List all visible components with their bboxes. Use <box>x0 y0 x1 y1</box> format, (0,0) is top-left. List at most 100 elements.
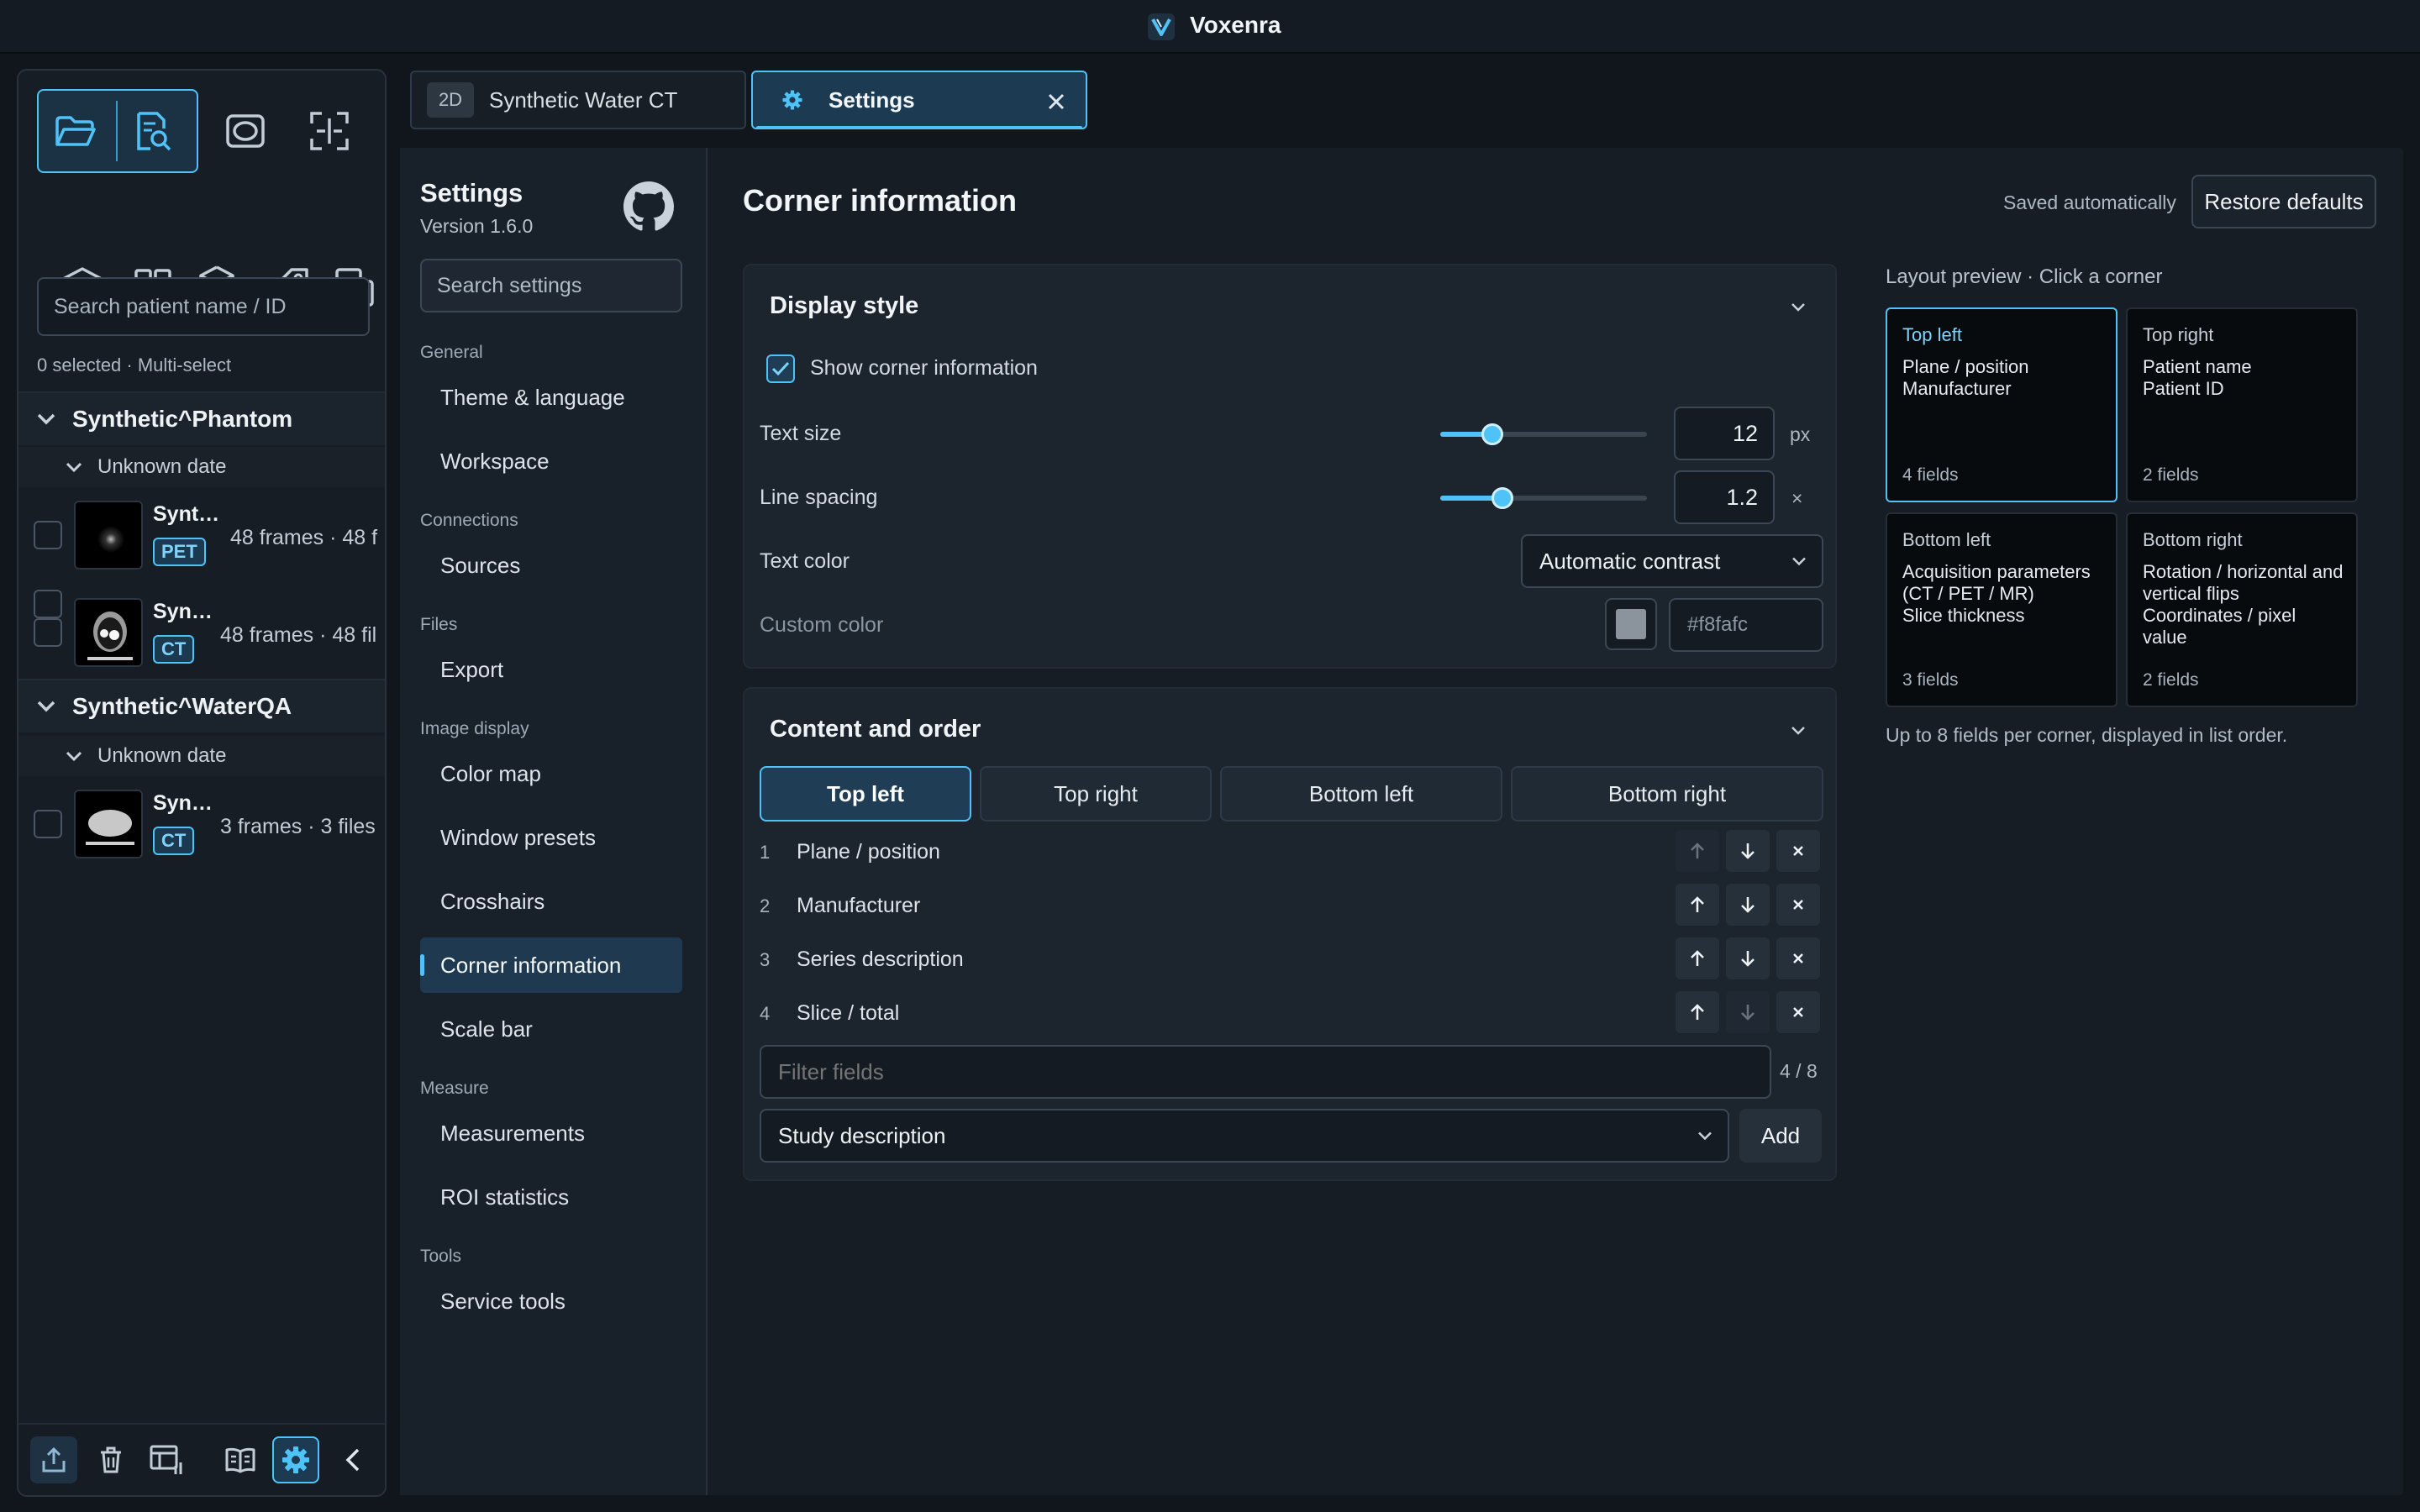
field-index: 2 <box>760 895 771 916</box>
nav-item-scale-bar[interactable]: Scale bar <box>420 1001 682 1057</box>
preview-corner-title: Top left <box>1902 324 1962 345</box>
github-icon[interactable] <box>623 181 674 232</box>
show-corner-label: Show corner information <box>810 356 1038 380</box>
add-field-button[interactable]: Add <box>1739 1109 1822 1163</box>
color-swatch[interactable] <box>1605 598 1657 650</box>
move-down-icon[interactable] <box>1726 991 1770 1033</box>
chevron-down-icon[interactable] <box>1790 726 1807 736</box>
add-field-select[interactable]: Study description <box>760 1109 1729 1163</box>
search-study-button[interactable] <box>121 101 182 161</box>
export-icon[interactable] <box>30 1436 77 1483</box>
restore-defaults-button[interactable]: Restore defaults <box>2191 175 2376 228</box>
preview-corner-fields: Rotation / horizontal and vertical flips… <box>2143 561 2344 648</box>
move-up-icon[interactable] <box>1676 991 1719 1033</box>
tab-settings[interactable]: Settings <box>751 71 1087 129</box>
preview-corner-count: 2 fields <box>2143 465 2199 485</box>
nav-item-color-map[interactable]: Color map <box>420 746 682 801</box>
corner-tab-top-right[interactable]: Top right <box>980 766 1212 822</box>
preview-corner-top-right[interactable]: Top right Patient name Patient ID 2 fiel… <box>2126 307 2358 502</box>
move-up-icon[interactable] <box>1676 937 1719 979</box>
nav-item-corner-information[interactable]: Corner information <box>420 937 682 993</box>
chevron-down-icon <box>66 751 82 761</box>
preview-corner-count: 3 fields <box>1902 670 1959 690</box>
field-index: 1 <box>760 842 771 863</box>
series-thumbnail[interactable] <box>74 790 143 858</box>
remove-icon[interactable] <box>1776 884 1820 926</box>
text-size-input[interactable]: 12 <box>1674 407 1775 460</box>
field-index: 4 <box>760 1003 771 1024</box>
settings-search-input[interactable] <box>420 259 682 312</box>
patient-group-header[interactable]: Synthetic^WaterQA <box>18 680 385 732</box>
nav-item-export[interactable]: Export <box>420 642 682 697</box>
custom-color-input[interactable]: #f8fafc <box>1669 598 1823 652</box>
slider-handle[interactable] <box>1491 487 1513 509</box>
content-order-card: Content and order Top left Top right Bot… <box>743 687 1837 1181</box>
preview-field: Patient ID <box>2143 378 2224 399</box>
series-checkbox[interactable] <box>34 590 62 618</box>
text-color-select[interactable]: Automatic contrast <box>1521 534 1823 588</box>
slider-handle[interactable] <box>1481 423 1503 445</box>
series-checkbox[interactable] <box>34 810 62 838</box>
table-stats-icon[interactable] <box>143 1436 190 1483</box>
tab-viewer[interactable]: 2D Synthetic Water CT <box>410 71 746 129</box>
close-tab-icon[interactable] <box>1047 92 1065 111</box>
preview-note: Up to 8 fields per corner, displayed in … <box>1886 724 2288 746</box>
patient-group-header[interactable]: Synthetic^Phantom <box>18 393 385 445</box>
nav-item-workspace[interactable]: Workspace <box>420 433 682 489</box>
patient-search-input[interactable] <box>37 277 370 336</box>
line-spacing-slider[interactable] <box>1440 496 1647 501</box>
series-thumbnail[interactable] <box>74 501 143 570</box>
move-up-icon[interactable] <box>1676 830 1719 872</box>
nav-item-window-presets[interactable]: Window presets <box>420 810 682 865</box>
layout-split-icon[interactable] <box>299 101 360 161</box>
preview-corner-top-left[interactable]: Top left Plane / position Manufacturer 4… <box>1886 307 2118 502</box>
remove-icon[interactable] <box>1776 991 1820 1033</box>
app-logo-icon <box>1148 13 1175 40</box>
tool-divider <box>116 101 118 161</box>
remove-icon[interactable] <box>1776 830 1820 872</box>
nav-item-crosshairs[interactable]: Crosshairs <box>420 874 682 929</box>
page-title: Corner information <box>743 183 1018 218</box>
chevron-down-icon <box>1792 557 1806 566</box>
filter-fields-input[interactable] <box>760 1045 1771 1099</box>
settings-version: Version 1.6.0 <box>420 215 534 237</box>
line-spacing-label: Line spacing <box>760 486 878 509</box>
preview-corner-bottom-left[interactable]: Bottom left Acquisition parameters (CT /… <box>1886 512 2118 707</box>
text-size-slider[interactable] <box>1440 432 1647 437</box>
collapse-sidebar-icon[interactable] <box>329 1436 376 1483</box>
list-item: 2 Manufacturer <box>760 882 1820 929</box>
study-date-row[interactable]: Unknown date <box>18 736 385 776</box>
preview-field: Manufacturer <box>1902 378 2012 399</box>
line-spacing-input[interactable]: 1.2 <box>1674 470 1775 524</box>
book-icon[interactable] <box>217 1436 264 1483</box>
ellipse-roi-icon[interactable] <box>215 101 276 161</box>
remove-icon[interactable] <box>1776 937 1820 979</box>
open-folder-button[interactable] <box>45 101 106 161</box>
move-up-icon[interactable] <box>1676 884 1719 926</box>
card-title: Content and order <box>770 716 981 743</box>
nav-item-measurements[interactable]: Measurements <box>420 1105 682 1161</box>
nav-item-sources[interactable]: Sources <box>420 538 682 593</box>
nav-item-service-tools[interactable]: Service tools <box>420 1273 682 1329</box>
series-checkbox[interactable] <box>34 521 62 549</box>
preview-corner-fields: Patient name Patient ID <box>2143 356 2344 400</box>
trash-icon[interactable] <box>87 1436 134 1483</box>
patient-sidebar: 0 selected · Multi-select Synthetic^Phan… <box>17 69 387 1497</box>
nav-section-connections: Connections <box>420 511 518 530</box>
tab-label: Settings <box>829 87 915 113</box>
study-date-row[interactable]: Unknown date <box>18 447 385 487</box>
corner-tab-top-left[interactable]: Top left <box>760 766 971 822</box>
corner-tab-bottom-right[interactable]: Bottom right <box>1511 766 1823 822</box>
settings-gear-icon[interactable] <box>272 1436 319 1483</box>
nav-item-theme-language[interactable]: Theme & language <box>420 370 682 425</box>
preview-corner-bottom-right[interactable]: Bottom right Rotation / horizontal and v… <box>2126 512 2358 707</box>
nav-item-roi-statistics[interactable]: ROI statistics <box>420 1169 682 1225</box>
move-down-icon[interactable] <box>1726 830 1770 872</box>
move-down-icon[interactable] <box>1726 884 1770 926</box>
series-thumbnail[interactable] <box>74 598 143 667</box>
move-down-icon[interactable] <box>1726 937 1770 979</box>
chevron-down-icon[interactable] <box>1790 302 1807 312</box>
series-checkbox[interactable] <box>34 618 62 647</box>
show-corner-checkbox[interactable] <box>766 354 795 383</box>
corner-tab-bottom-left[interactable]: Bottom left <box>1220 766 1502 822</box>
